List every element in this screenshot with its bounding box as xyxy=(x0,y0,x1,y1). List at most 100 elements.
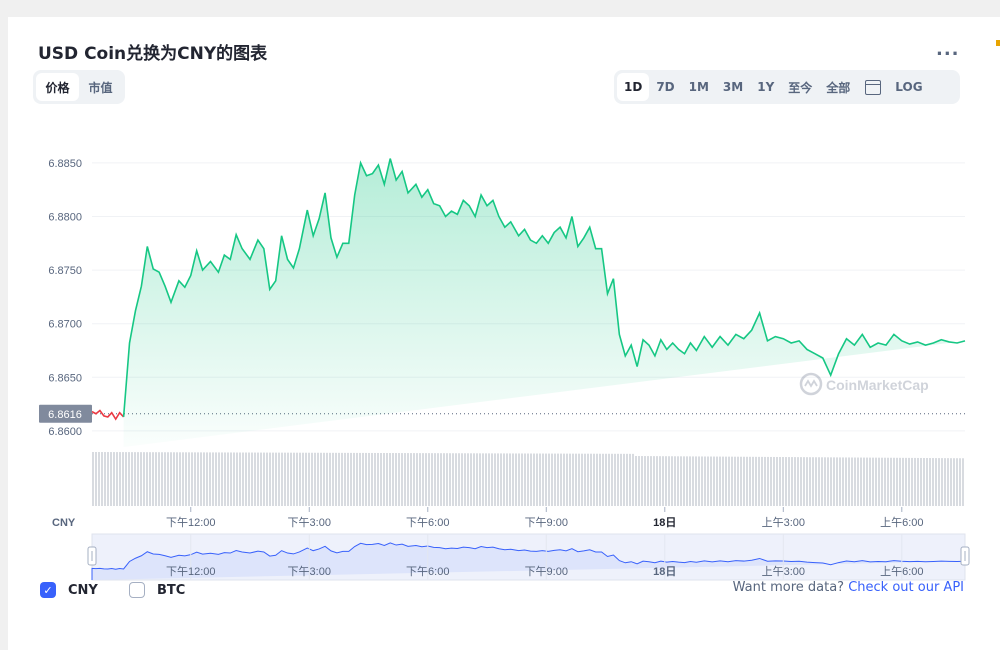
volume-bar xyxy=(644,456,646,506)
volume-bar xyxy=(623,453,625,506)
volume-bar xyxy=(830,457,832,506)
legend-cny[interactable]: ✓ CNY xyxy=(40,582,98,598)
volume-bar xyxy=(431,453,433,506)
volume-bar xyxy=(560,453,562,506)
volume-bar xyxy=(815,457,817,506)
volume-bar xyxy=(113,452,115,506)
x-tick-label: 下午6:00 xyxy=(406,516,449,529)
volume-bar xyxy=(464,453,466,506)
volume-bar xyxy=(512,453,514,506)
volume-bar xyxy=(164,452,166,506)
volume-bar xyxy=(632,453,634,506)
volume-bar xyxy=(98,452,100,506)
volume-bar xyxy=(788,457,790,506)
volume-bar xyxy=(500,453,502,506)
volume-bar xyxy=(293,452,295,506)
volume-bar xyxy=(182,452,184,506)
volume-bar xyxy=(764,456,766,506)
x-tick-label: 18日 xyxy=(653,516,676,529)
volume-bar xyxy=(572,453,574,506)
volume-bar xyxy=(359,452,361,506)
volume-bar xyxy=(371,452,373,506)
volume-bar xyxy=(362,452,364,506)
volume-bar xyxy=(281,452,283,506)
volume-bar xyxy=(629,453,631,506)
volume-bar xyxy=(809,457,811,506)
volume-bar xyxy=(212,452,214,506)
checkbox-cny-icon[interactable]: ✓ xyxy=(40,582,56,598)
volume-bar xyxy=(305,452,307,506)
volume-bar xyxy=(173,452,175,506)
checkbox-btc-icon[interactable] xyxy=(129,582,145,598)
volume-bar xyxy=(332,452,334,506)
current-price-label: 6.8616 xyxy=(48,409,82,421)
legend-btc[interactable]: BTC xyxy=(129,582,185,598)
x-tick-label: 上午3:00 xyxy=(762,516,805,529)
volume-bar xyxy=(599,453,601,506)
volume-bar xyxy=(941,458,943,506)
volume-bar xyxy=(467,453,469,506)
volume-bar xyxy=(812,457,814,506)
volume-bar xyxy=(734,456,736,506)
volume-bar xyxy=(461,453,463,506)
volume-bar xyxy=(350,452,352,506)
volume-bar xyxy=(179,452,181,506)
y-tick-label: 6.8850 xyxy=(48,158,82,170)
volume-bar xyxy=(458,453,460,506)
volume-bar xyxy=(605,453,607,506)
volume-bar xyxy=(341,452,343,506)
volume-bar xyxy=(800,457,802,506)
volume-bar xyxy=(146,452,148,506)
volume-bar xyxy=(383,453,385,506)
volume-bar xyxy=(704,456,706,506)
volume-bar xyxy=(314,452,316,506)
volume-bar xyxy=(914,457,916,506)
volume-bar xyxy=(896,457,898,506)
volume-bar xyxy=(557,453,559,506)
volume-bar xyxy=(833,457,835,506)
volume-bar xyxy=(218,452,220,506)
volume-bar xyxy=(743,456,745,506)
volume-bar xyxy=(836,457,838,506)
volume-bar xyxy=(860,457,862,506)
volume-bar xyxy=(317,452,319,506)
volume-bar xyxy=(215,452,217,506)
volume-bar xyxy=(446,453,448,506)
volume-bar xyxy=(227,452,229,506)
volume-bar xyxy=(377,452,379,506)
navigator-tick-label: 下午9:00 xyxy=(525,565,568,578)
volume-bar xyxy=(287,452,289,506)
volume-bar xyxy=(482,453,484,506)
volume-bar xyxy=(128,452,130,506)
volume-bar xyxy=(869,457,871,506)
range-navigator[interactable]: 下午12:00 下午3:00 下午6:00 下午9:00 18日 上午3:00 上午6:00 xyxy=(87,533,970,581)
volume-bar xyxy=(203,452,205,506)
volume-bar xyxy=(158,452,160,506)
volume-bar xyxy=(284,452,286,506)
volume-bar xyxy=(758,456,760,506)
volume-bar xyxy=(116,452,118,506)
volume-bar xyxy=(767,456,769,506)
volume-bar xyxy=(746,456,748,506)
volume-bar xyxy=(575,453,577,506)
volume-bar xyxy=(347,452,349,506)
volume-bar xyxy=(722,456,724,506)
volume-bar xyxy=(656,456,658,506)
volume-bar xyxy=(701,456,703,506)
volume-bar xyxy=(782,457,784,506)
volume-bar xyxy=(947,458,949,506)
volume-bar xyxy=(932,458,934,506)
volume-bar xyxy=(626,453,628,506)
api-link[interactable]: Check out our API xyxy=(848,580,964,595)
volume-bar xyxy=(905,457,907,506)
volume-bar xyxy=(290,452,292,506)
volume-bar xyxy=(455,453,457,506)
volume-bar xyxy=(521,453,523,506)
volume-bar xyxy=(509,453,511,506)
price-area-fill xyxy=(123,158,965,447)
volume-bar xyxy=(683,456,685,506)
volume-bar xyxy=(752,456,754,506)
volume-bar xyxy=(416,453,418,506)
volume-bar xyxy=(917,457,919,506)
volume-bar xyxy=(107,452,109,506)
